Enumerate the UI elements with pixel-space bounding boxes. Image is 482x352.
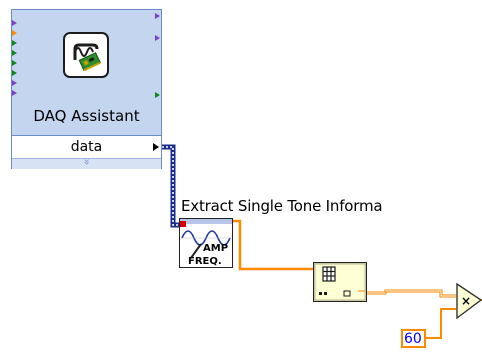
array-grid-icon[interactable] xyxy=(313,262,367,302)
daq-data-output-terminal[interactable] xyxy=(152,143,160,151)
numeric-wire-constant-to-multiply[interactable] xyxy=(426,308,456,339)
daq-output-terminals xyxy=(155,13,160,98)
daq-output-data-row[interactable]: data xyxy=(12,135,161,158)
daq-input-terminals xyxy=(12,20,17,96)
dynamic-data-wire[interactable] xyxy=(162,144,179,228)
multiply-triangle-icon[interactable]: × xyxy=(456,283,482,321)
daq-output-data-label: data xyxy=(70,139,103,155)
expand-glyph: » xyxy=(80,158,94,166)
multiply-glyph: × xyxy=(461,294,471,308)
numeric-constant-value: 60 xyxy=(404,331,422,347)
daq-expand-handle[interactable]: » xyxy=(12,158,161,169)
daq-waveform-card-icon xyxy=(63,32,109,78)
sine-wave-icon[interactable]: AMP FREQ. xyxy=(179,218,233,268)
block-diagram: DAQ Assistant data » Extract Single Tone… xyxy=(0,0,482,352)
daq-assistant-body: DAQ Assistant xyxy=(12,10,161,135)
chevron-down-icon: » xyxy=(12,156,161,168)
tone-icon-freq: FREQ. xyxy=(188,256,222,267)
numeric-constant[interactable]: 60 xyxy=(401,329,426,348)
daq-assistant-node[interactable]: DAQ Assistant data » xyxy=(11,9,162,169)
daq-assistant-title: DAQ Assistant xyxy=(33,107,140,125)
tone-icon-amp: AMP xyxy=(203,243,228,254)
numeric-wire-tone-to-array[interactable] xyxy=(233,219,314,271)
tone-vi-label: Extract Single Tone Informa xyxy=(181,197,383,215)
